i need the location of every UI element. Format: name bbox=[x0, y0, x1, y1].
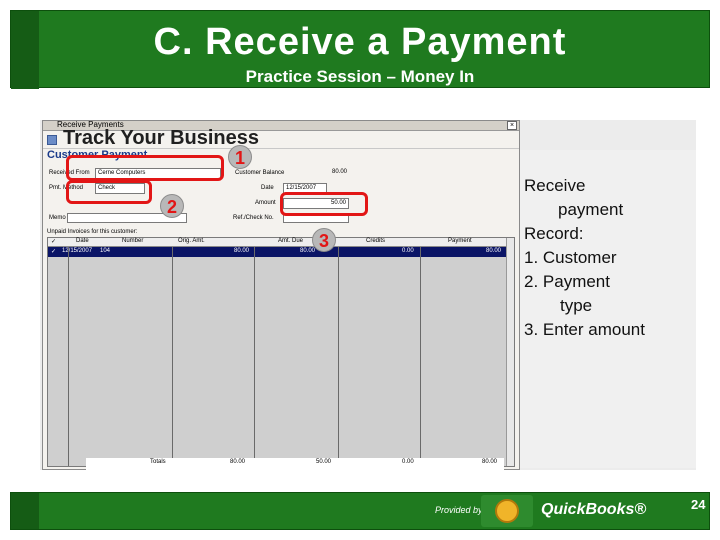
col-payment[interactable]: Payment bbox=[448, 238, 472, 244]
column-divider bbox=[338, 247, 339, 466]
track-business-overlay: Track Your Business bbox=[63, 127, 260, 149]
col-check[interactable]: ✓ bbox=[51, 238, 56, 245]
ref-check-label: Ref./Check No. bbox=[233, 215, 274, 221]
note-line: Record: bbox=[524, 224, 584, 243]
column-divider bbox=[420, 247, 421, 466]
column-divider bbox=[254, 247, 255, 466]
callout-badge-1: 1 bbox=[228, 145, 252, 169]
col-date[interactable]: Date bbox=[76, 238, 89, 244]
col-orig-amt[interactable]: Orig. Amt. bbox=[178, 238, 205, 244]
toolbar-previous-icon[interactable] bbox=[47, 135, 57, 145]
amount-callout-box bbox=[280, 192, 368, 216]
row-amt-due: 80.00 bbox=[300, 248, 316, 254]
page-number: 24 bbox=[691, 497, 706, 512]
column-divider bbox=[68, 247, 69, 466]
customer-callout-box bbox=[66, 155, 224, 181]
callout-badge-3: 3 bbox=[312, 228, 336, 252]
row-payment[interactable]: 80.00 bbox=[486, 248, 501, 254]
totals-orig-amt: 80.00 bbox=[230, 459, 246, 465]
customer-balance-label: Customer Balance bbox=[235, 170, 285, 176]
amount-label: Amount bbox=[255, 200, 276, 206]
note-line: Receive bbox=[524, 176, 586, 195]
quickbooks-logo-icon bbox=[481, 495, 533, 527]
note-line: 1. Customer bbox=[524, 248, 617, 267]
col-number[interactable]: Number bbox=[122, 238, 143, 244]
coin-icon bbox=[495, 499, 519, 523]
close-icon[interactable]: × bbox=[507, 121, 517, 130]
note-line: payment bbox=[558, 200, 624, 219]
callout-badge-2: 2 bbox=[160, 194, 184, 218]
invoice-table: ✓ Date Number Orig. Amt. Amt. Due Credit… bbox=[47, 237, 515, 467]
footer-accent bbox=[11, 493, 39, 529]
totals-label: Totals bbox=[150, 459, 166, 465]
footer-banner: Provided by QuickBooks® 24 bbox=[10, 492, 710, 530]
invoice-table-body bbox=[48, 257, 514, 466]
note-line: 3. Enter amount bbox=[524, 320, 645, 339]
invoice-table-header: ✓ Date Number Orig. Amt. Amt. Due Credit… bbox=[48, 238, 514, 247]
totals-payment: 80.00 bbox=[482, 459, 498, 465]
row-credits: 0.00 bbox=[402, 248, 414, 254]
row-number: 104 bbox=[100, 248, 111, 254]
title-banner: C. Receive a Payment Practice Session – … bbox=[10, 10, 710, 89]
customer-balance-value: 80.00 bbox=[309, 168, 349, 179]
payment-type-callout-box bbox=[66, 180, 152, 204]
date-label: Date bbox=[261, 185, 274, 191]
table-row[interactable]: ✓ 12/15/2007 104 80.00 80.00 0.00 80.00 bbox=[48, 247, 514, 257]
col-credits[interactable]: Credits bbox=[366, 238, 385, 244]
slide-title: C. Receive a Payment bbox=[153, 21, 567, 63]
row-check[interactable]: ✓ bbox=[51, 248, 56, 255]
instructions-text: Receive payment Record: 1. Customer 2. P… bbox=[524, 174, 694, 342]
totals-row: Totals 80.00 50.00 0.00 80.00 bbox=[86, 458, 504, 470]
row-orig-amt: 80.00 bbox=[234, 248, 250, 254]
column-divider bbox=[172, 247, 173, 466]
note-line: type bbox=[560, 296, 593, 315]
memo-label: Memo bbox=[49, 215, 66, 221]
totals-amt-due: 50.00 bbox=[316, 459, 332, 465]
quickbooks-logo-text: QuickBooks® bbox=[541, 501, 647, 518]
table-scrollbar[interactable] bbox=[506, 238, 514, 466]
note-line: 2. Payment bbox=[524, 272, 610, 291]
unpaid-invoices-label: Unpaid Invoices for this customer: bbox=[47, 229, 138, 235]
totals-credits: 0.00 bbox=[402, 459, 414, 465]
provided-by-text: Provided by bbox=[435, 505, 483, 515]
row-date: 12/15/2007 bbox=[62, 248, 93, 254]
slide-subtitle: Practice Session – Money In bbox=[245, 67, 475, 86]
col-amt-due[interactable]: Amt. Due bbox=[278, 238, 303, 244]
